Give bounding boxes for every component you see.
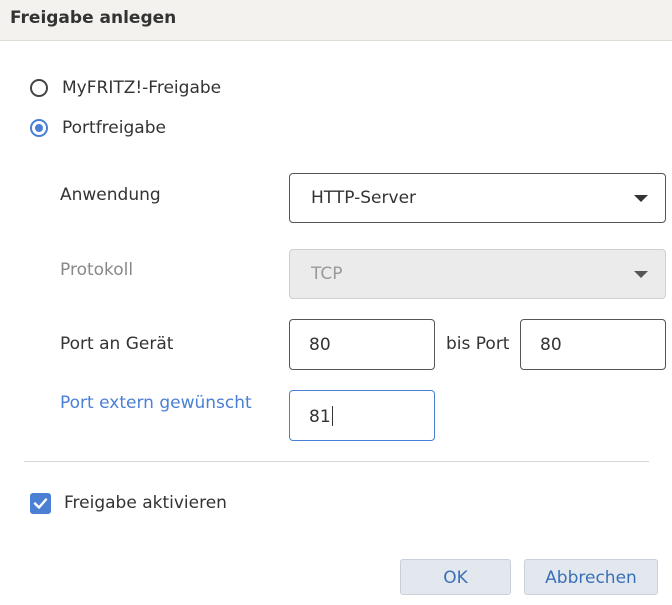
chevron-down-icon xyxy=(634,271,648,278)
application-label: Anwendung xyxy=(60,185,161,205)
activate-share-row[interactable]: Freigabe aktivieren xyxy=(30,491,227,515)
bis-port-label: bis Port xyxy=(446,334,510,354)
port-device-from-value: 80 xyxy=(309,335,331,355)
divider xyxy=(24,461,649,462)
chevron-down-icon xyxy=(634,195,648,202)
ok-button[interactable]: OK xyxy=(400,559,511,595)
port-external-label: Port extern gewünscht xyxy=(60,393,252,413)
port-device-to-input[interactable]: 80 xyxy=(520,319,666,370)
dialog-title: Freigabe anlegen xyxy=(10,8,177,28)
application-select[interactable]: HTTP-Server xyxy=(289,173,666,223)
radio-label-port: Portfreigabe xyxy=(62,118,166,138)
port-external-value-wrap: 81 xyxy=(309,406,333,427)
radio-port-share[interactable]: Portfreigabe xyxy=(30,116,166,140)
port-device-label: Port an Gerät xyxy=(60,334,174,354)
port-device-to-value: 80 xyxy=(540,335,562,355)
activate-share-label: Freigabe aktivieren xyxy=(64,493,227,513)
radio-label-myfritz: MyFRITZ!-Freigabe xyxy=(62,78,222,98)
dialog-titlebar: Freigabe anlegen xyxy=(0,0,672,41)
protocol-select-value: TCP xyxy=(311,264,343,284)
cancel-button[interactable]: Abbrechen xyxy=(524,559,658,595)
application-select-value: HTTP-Server xyxy=(311,188,417,208)
port-device-from-input[interactable]: 80 xyxy=(289,319,435,370)
check-icon xyxy=(33,497,48,509)
protocol-label: Protokoll xyxy=(60,260,134,280)
port-external-value: 81 xyxy=(309,407,331,427)
radio-button-myfritz[interactable] xyxy=(30,79,48,97)
text-cursor xyxy=(331,406,333,426)
protocol-select: TCP xyxy=(289,249,666,299)
activate-share-checkbox[interactable] xyxy=(30,492,51,514)
share-dialog: Freigabe anlegen MyFRITZ!-Freigabe Portf… xyxy=(0,0,672,605)
radio-myfritz-share[interactable]: MyFRITZ!-Freigabe xyxy=(30,76,221,100)
port-external-input[interactable]: 81 xyxy=(289,390,435,441)
radio-button-port[interactable] xyxy=(30,119,48,137)
